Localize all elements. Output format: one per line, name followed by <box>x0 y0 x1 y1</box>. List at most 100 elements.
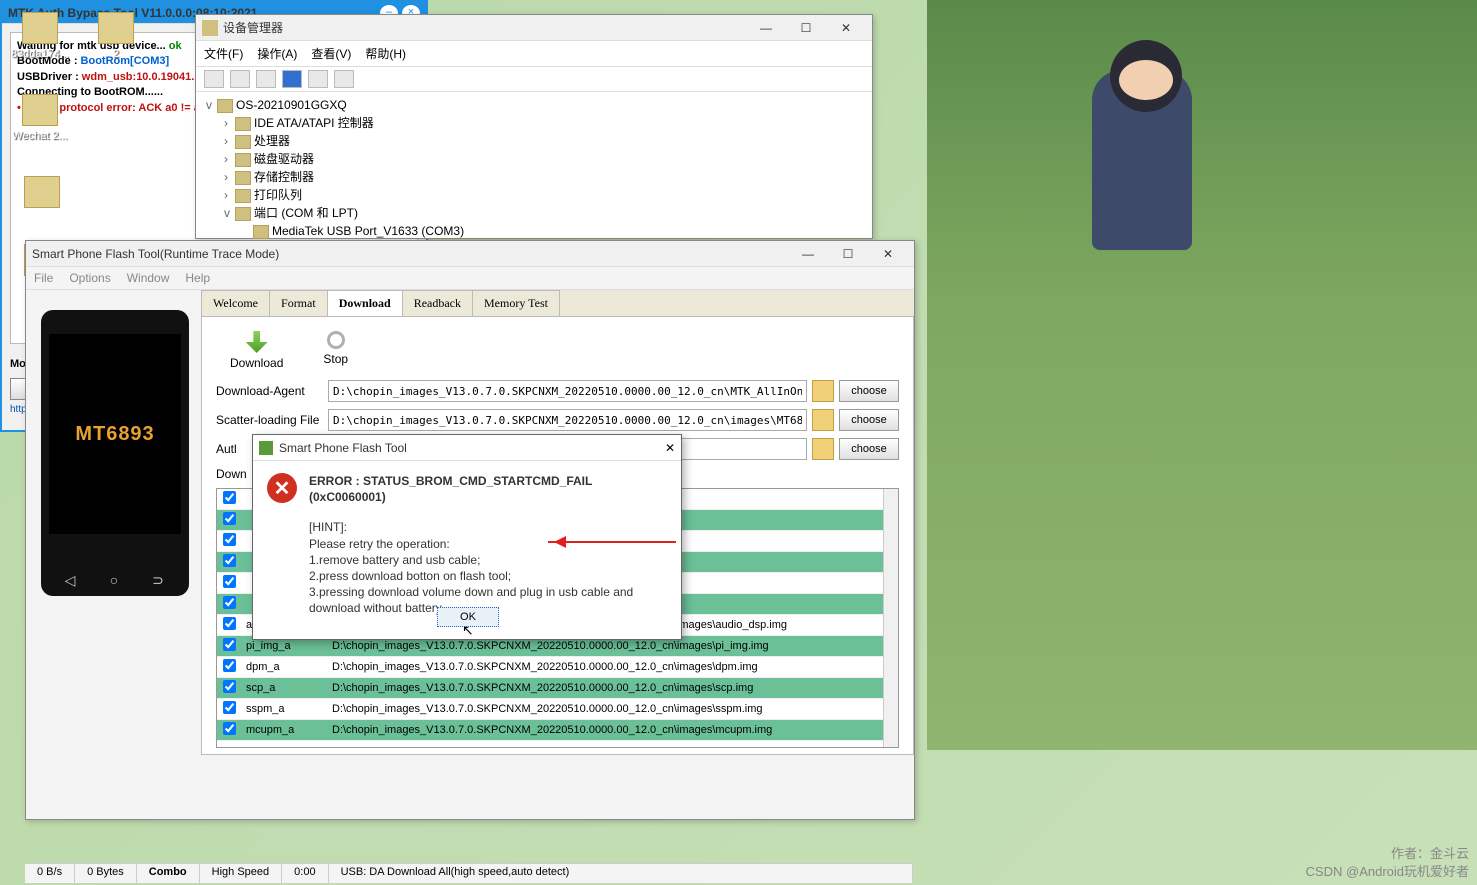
menu-view[interactable]: 查看(V) <box>311 45 351 62</box>
tree-item[interactable]: MediaTek USB Port_V1633 (COM3) <box>272 224 464 238</box>
table-row[interactable]: scp_aD:\chopin_images_V13.0.7.0.SKPCNXM_… <box>217 678 898 699</box>
partition-checkbox[interactable] <box>223 512 236 525</box>
partition-name: sspm_a <box>242 699 328 720</box>
tab-format[interactable]: Format <box>269 290 328 316</box>
close-button[interactable]: ✕ <box>826 18 866 38</box>
desktop-icon[interactable]: Wechat 2... <box>10 94 70 142</box>
close-button[interactable]: ✕ <box>868 244 908 264</box>
stop-button[interactable]: Stop <box>323 331 348 370</box>
desktop-icon[interactable] <box>12 176 72 212</box>
hint-title: [HINT]: <box>309 519 667 535</box>
device-tree[interactable]: vOS-20210901GGXQ ›IDE ATA/ATAPI 控制器 ›处理器… <box>196 92 872 262</box>
tool-icon[interactable] <box>282 70 302 88</box>
file-icon <box>22 12 58 44</box>
maximize-button[interactable]: ☐ <box>786 18 826 38</box>
choose-auth-button[interactable]: choose <box>839 438 899 460</box>
tab-download[interactable]: Download <box>327 290 403 316</box>
partition-checkbox[interactable] <box>223 533 236 546</box>
partition-checkbox[interactable] <box>223 617 236 630</box>
maximize-button[interactable]: ☐ <box>828 244 868 264</box>
download-icon <box>246 331 268 353</box>
partition-location: D:\chopin_images_V13.0.7.0.SKPCNXM_20220… <box>328 678 898 699</box>
error-message: ERROR : STATUS_BROM_CMD_STARTCMD_FAIL (0… <box>309 473 667 505</box>
status-bar: 0 B/s 0 Bytes Combo High Speed 0:00 USB:… <box>25 863 913 883</box>
app-icon <box>22 94 58 126</box>
menu-help[interactable]: 帮助(H) <box>365 45 406 62</box>
partition-checkbox[interactable] <box>223 722 236 735</box>
tree-item[interactable]: 磁盘驱动器 <box>254 152 314 166</box>
da-label: Download-Agent <box>216 384 328 398</box>
menu-help[interactable]: Help <box>185 271 210 285</box>
partition-location: D:\chopin_images_V13.0.7.0.SKPCNXM_20220… <box>328 699 898 720</box>
scatter-label: Scatter-loading File <box>216 413 328 427</box>
tree-item[interactable]: IDE ATA/ATAPI 控制器 <box>254 116 374 130</box>
partition-name: mcupm_a <box>242 720 328 741</box>
tab-memory-test[interactable]: Memory Test <box>472 290 560 316</box>
close-button[interactable]: ✕ <box>665 441 675 455</box>
menu-file[interactable]: File <box>34 271 53 285</box>
window-title: Smart Phone Flash Tool(Runtime Trace Mod… <box>32 247 788 261</box>
scatter-path-input[interactable] <box>328 409 807 431</box>
tool-icon[interactable] <box>256 70 276 88</box>
table-row[interactable]: dpm_aD:\chopin_images_V13.0.7.0.SKPCNXM_… <box>217 657 898 678</box>
partition-checkbox[interactable] <box>223 554 236 567</box>
partition-checkbox[interactable] <box>223 680 236 693</box>
menu-bar: 文件(F) 操作(A) 查看(V) 帮助(H) <box>196 41 872 67</box>
app-icon <box>259 441 273 455</box>
partition-checkbox[interactable] <box>223 638 236 651</box>
titlebar[interactable]: 设备管理器 — ☐ ✕ <box>196 15 872 41</box>
menu-action[interactable]: 操作(A) <box>257 45 297 62</box>
partition-checkbox[interactable] <box>223 701 236 714</box>
scrollbar[interactable] <box>883 489 898 747</box>
tab-welcome[interactable]: Welcome <box>201 290 270 316</box>
tree-root[interactable]: OS-20210901GGXQ <box>236 98 347 112</box>
folder-icon[interactable] <box>812 380 834 402</box>
folder-icon <box>98 12 134 44</box>
titlebar[interactable]: Smart Phone Flash Tool ✕ <box>253 435 681 461</box>
tree-item[interactable]: 处理器 <box>254 134 290 148</box>
desktop-icon[interactable]: 2 <box>86 12 146 60</box>
partition-checkbox[interactable] <box>223 596 236 609</box>
watermark: 作者：金斗云 CSDN @Android玩机爱好者 <box>1306 845 1469 881</box>
partition-checkbox[interactable] <box>223 491 236 504</box>
titlebar[interactable]: Smart Phone Flash Tool(Runtime Trace Mod… <box>26 241 914 267</box>
tree-item[interactable]: 打印队列 <box>254 188 302 202</box>
menu-file[interactable]: 文件(F) <box>204 45 243 62</box>
folder-icon[interactable] <box>812 438 834 460</box>
dialog-title: Smart Phone Flash Tool <box>279 441 665 455</box>
tree-item[interactable]: 端口 (COM 和 LPT) <box>254 206 358 220</box>
choose-da-button[interactable]: choose <box>839 380 899 402</box>
device-icon <box>235 171 251 185</box>
minimize-button[interactable]: — <box>788 244 828 264</box>
hint-line: 2.press download botton on flash tool; <box>309 568 667 584</box>
back-icon[interactable] <box>204 70 224 88</box>
recent-icon: ⊃ <box>149 572 167 586</box>
folder-icon[interactable] <box>812 409 834 431</box>
menu-options[interactable]: Options <box>69 271 110 285</box>
choose-scatter-button[interactable]: choose <box>839 409 899 431</box>
table-row[interactable]: sspm_aD:\chopin_images_V13.0.7.0.SKPCNXM… <box>217 699 898 720</box>
partition-checkbox[interactable] <box>223 659 236 672</box>
cursor-icon: ↖ <box>462 622 474 639</box>
desktop-icon[interactable]: 83dda174... <box>10 12 70 60</box>
window-title: 设备管理器 <box>223 19 746 36</box>
status-usb: USB: DA Download All(high speed,auto det… <box>329 864 913 883</box>
device-icon <box>235 153 251 167</box>
menu-bar: File Options Window Help <box>26 267 914 290</box>
status-bytes: 0 Bytes <box>75 864 137 883</box>
port-icon <box>235 207 251 221</box>
tool-icon[interactable] <box>334 70 354 88</box>
tool-icon[interactable] <box>308 70 328 88</box>
tab-readback[interactable]: Readback <box>402 290 473 316</box>
menu-window[interactable]: Window <box>127 271 170 285</box>
tree-item[interactable]: 存储控制器 <box>254 170 314 184</box>
partition-checkbox[interactable] <box>223 575 236 588</box>
status-rate: 0 B/s <box>25 864 75 883</box>
download-button[interactable]: Download <box>230 331 283 370</box>
table-row[interactable]: mcupm_aD:\chopin_images_V13.0.7.0.SKPCNX… <box>217 720 898 741</box>
forward-icon[interactable] <box>230 70 250 88</box>
port-icon <box>253 225 269 239</box>
da-path-input[interactable] <box>328 380 807 402</box>
minimize-button[interactable]: — <box>746 18 786 38</box>
home-icon: ○ <box>105 572 123 586</box>
